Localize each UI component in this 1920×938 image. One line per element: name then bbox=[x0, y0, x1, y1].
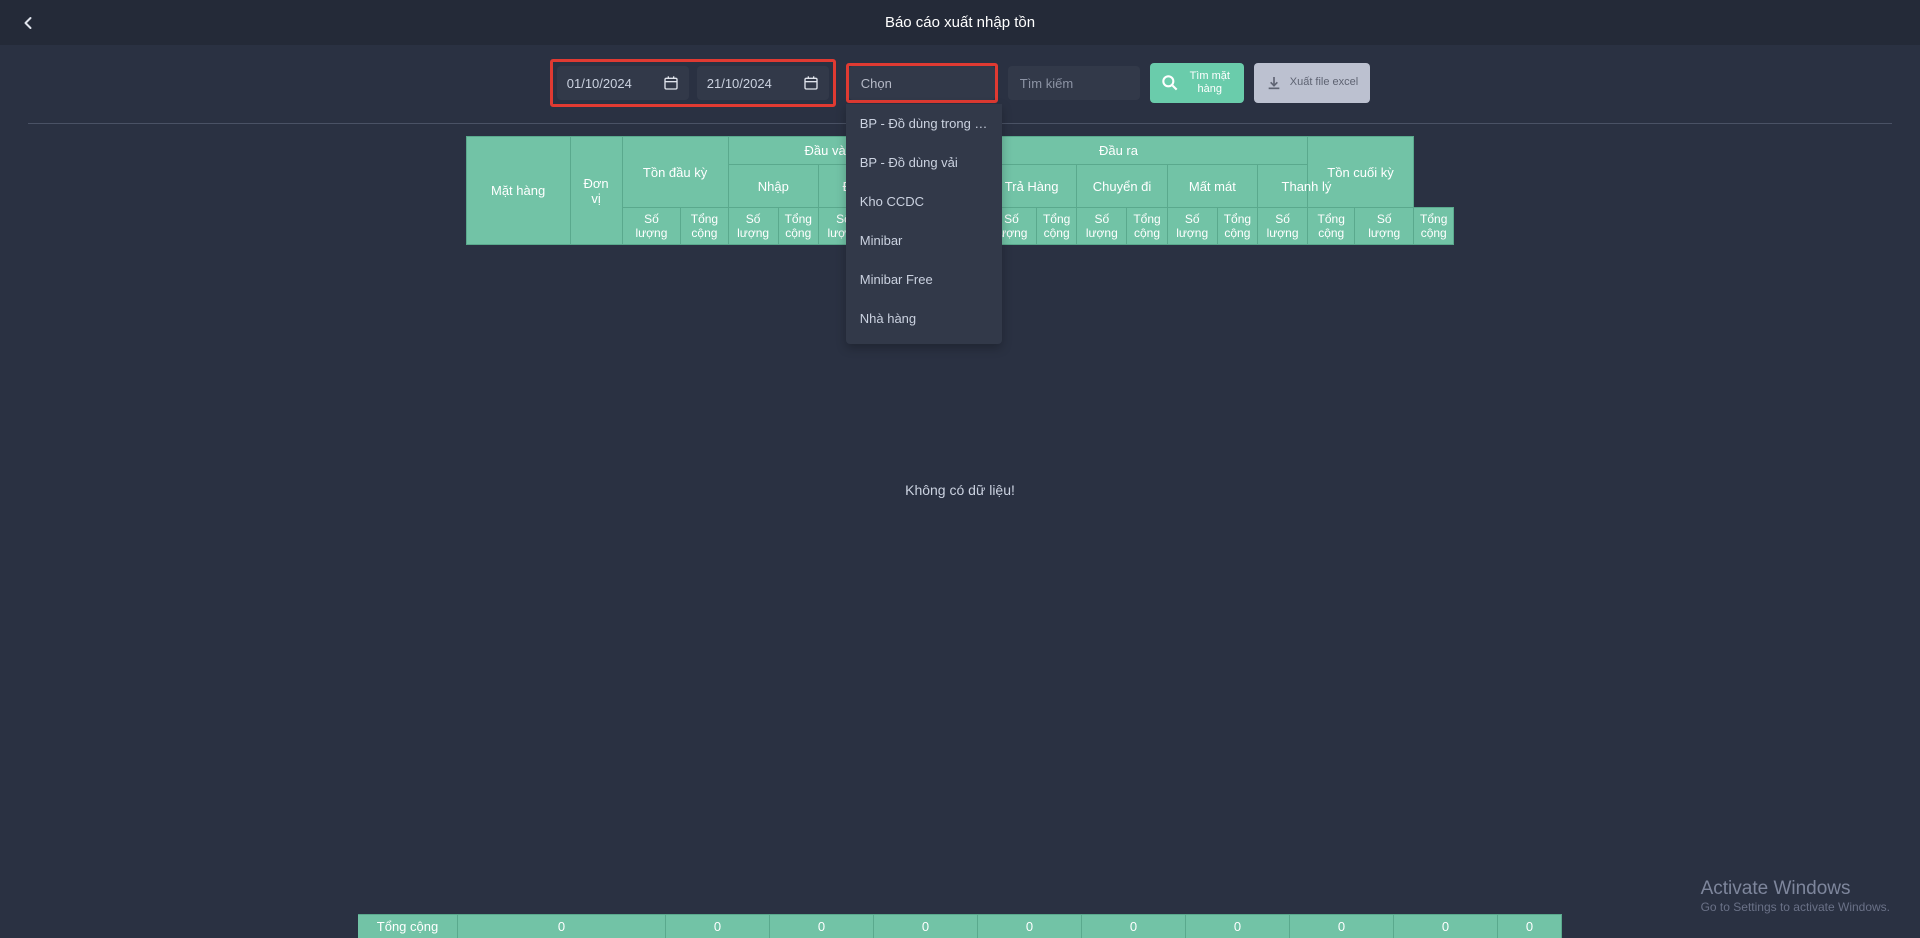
sub-soluong: Số lượng bbox=[1077, 208, 1127, 245]
footer-cell: 0 bbox=[1498, 914, 1562, 938]
footer-label: Tổng cộng bbox=[358, 914, 458, 938]
col-donvi: Đơn vị bbox=[570, 137, 622, 245]
col-tondk: Tồn đầu kỳ bbox=[622, 137, 728, 208]
arrow-left-icon bbox=[18, 13, 38, 33]
warehouse-select[interactable]: Chọn bbox=[849, 66, 995, 100]
sub-tongcong: Tổng cộng bbox=[778, 208, 818, 245]
export-button-label: Xuất file excel bbox=[1290, 76, 1358, 89]
footer-totals: Tổng cộng 0 0 0 0 0 0 0 0 0 0 bbox=[358, 914, 1562, 938]
sub-tongcong: Tổng cộng bbox=[1127, 208, 1167, 245]
dropdown-option[interactable]: Minibar bbox=[846, 221, 1002, 260]
col-mathang: Mặt hàng bbox=[466, 137, 570, 245]
watermark-line2: Go to Settings to activate Windows. bbox=[1701, 900, 1890, 914]
col-nhap: Nhập bbox=[728, 165, 818, 208]
footer-cell: 0 bbox=[1290, 914, 1394, 938]
sub-tongcong: Tổng cộng bbox=[1036, 208, 1076, 245]
sub-soluong: Số lượng bbox=[622, 208, 681, 245]
footer-cell: 0 bbox=[874, 914, 978, 938]
date-from-value: 01/10/2024 bbox=[567, 76, 632, 91]
warehouse-select-placeholder: Chọn bbox=[861, 76, 892, 91]
warehouse-select-highlight: Chọn BP - Đồ dùng trong ph... BP - Đồ dù… bbox=[846, 63, 998, 103]
warehouse-dropdown: BP - Đồ dùng trong ph... BP - Đồ dùng vả… bbox=[846, 104, 1002, 344]
dropdown-option[interactable]: Minibar Free bbox=[846, 260, 1002, 299]
windows-activation-watermark: Activate Windows Go to Settings to activ… bbox=[1701, 878, 1890, 914]
search-button-label: Tìm mặt hàng bbox=[1186, 70, 1234, 96]
footer-cell: 0 bbox=[978, 914, 1082, 938]
col-chuyendi: Chuyển đi bbox=[1077, 165, 1167, 208]
download-icon bbox=[1266, 75, 1282, 91]
search-input[interactable] bbox=[1020, 76, 1128, 91]
empty-state-message: Không có dữ liệu! bbox=[905, 482, 1015, 498]
calendar-icon bbox=[663, 75, 679, 91]
dropdown-option[interactable]: Kho CCDC bbox=[846, 182, 1002, 221]
col-matmat: Mất mát bbox=[1167, 165, 1257, 208]
footer-cell: 0 bbox=[1394, 914, 1498, 938]
sub-tongcong: Tổng cộng bbox=[1217, 208, 1257, 245]
back-button[interactable] bbox=[18, 13, 38, 33]
date-from-input[interactable]: 01/10/2024 bbox=[557, 66, 689, 100]
export-excel-button[interactable]: Xuất file excel bbox=[1254, 63, 1370, 103]
footer-cell: 0 bbox=[1082, 914, 1186, 938]
dropdown-option[interactable]: Nhà hàng bbox=[846, 299, 1002, 338]
filter-controls: 01/10/2024 21/10/2024 Chọn BP - Đồ dùng … bbox=[0, 45, 1920, 117]
dropdown-option[interactable]: BP - Đồ dùng trong ph... bbox=[846, 104, 1002, 143]
sub-soluong: Số lượng bbox=[1355, 208, 1414, 245]
footer-cell: 0 bbox=[770, 914, 874, 938]
page-title: Báo cáo xuất nhập tồn bbox=[885, 14, 1035, 31]
search-button[interactable]: Tìm mặt hàng bbox=[1150, 63, 1244, 103]
footer-cell: 0 bbox=[458, 914, 666, 938]
date-range-highlight: 01/10/2024 21/10/2024 bbox=[550, 59, 836, 107]
sub-soluong: Số lượng bbox=[1167, 208, 1217, 245]
search-icon bbox=[1160, 73, 1180, 93]
footer-cell: 0 bbox=[666, 914, 770, 938]
footer-cell: 0 bbox=[1186, 914, 1290, 938]
calendar-icon bbox=[803, 75, 819, 91]
sub-soluong: Số lượng bbox=[728, 208, 778, 245]
watermark-line1: Activate Windows bbox=[1701, 878, 1890, 900]
date-to-value: 21/10/2024 bbox=[707, 76, 772, 91]
sub-soluong: Số lượng bbox=[1258, 208, 1308, 245]
date-to-input[interactable]: 21/10/2024 bbox=[697, 66, 829, 100]
sub-tongcong: Tổng cộng bbox=[681, 208, 728, 245]
sub-tongcong: Tổng cộng bbox=[1414, 208, 1454, 245]
sub-tongcong: Tổng cộng bbox=[1308, 208, 1355, 245]
dropdown-option[interactable]: BP - Đồ dùng vải bbox=[846, 143, 1002, 182]
search-input-wrap[interactable] bbox=[1008, 66, 1140, 100]
